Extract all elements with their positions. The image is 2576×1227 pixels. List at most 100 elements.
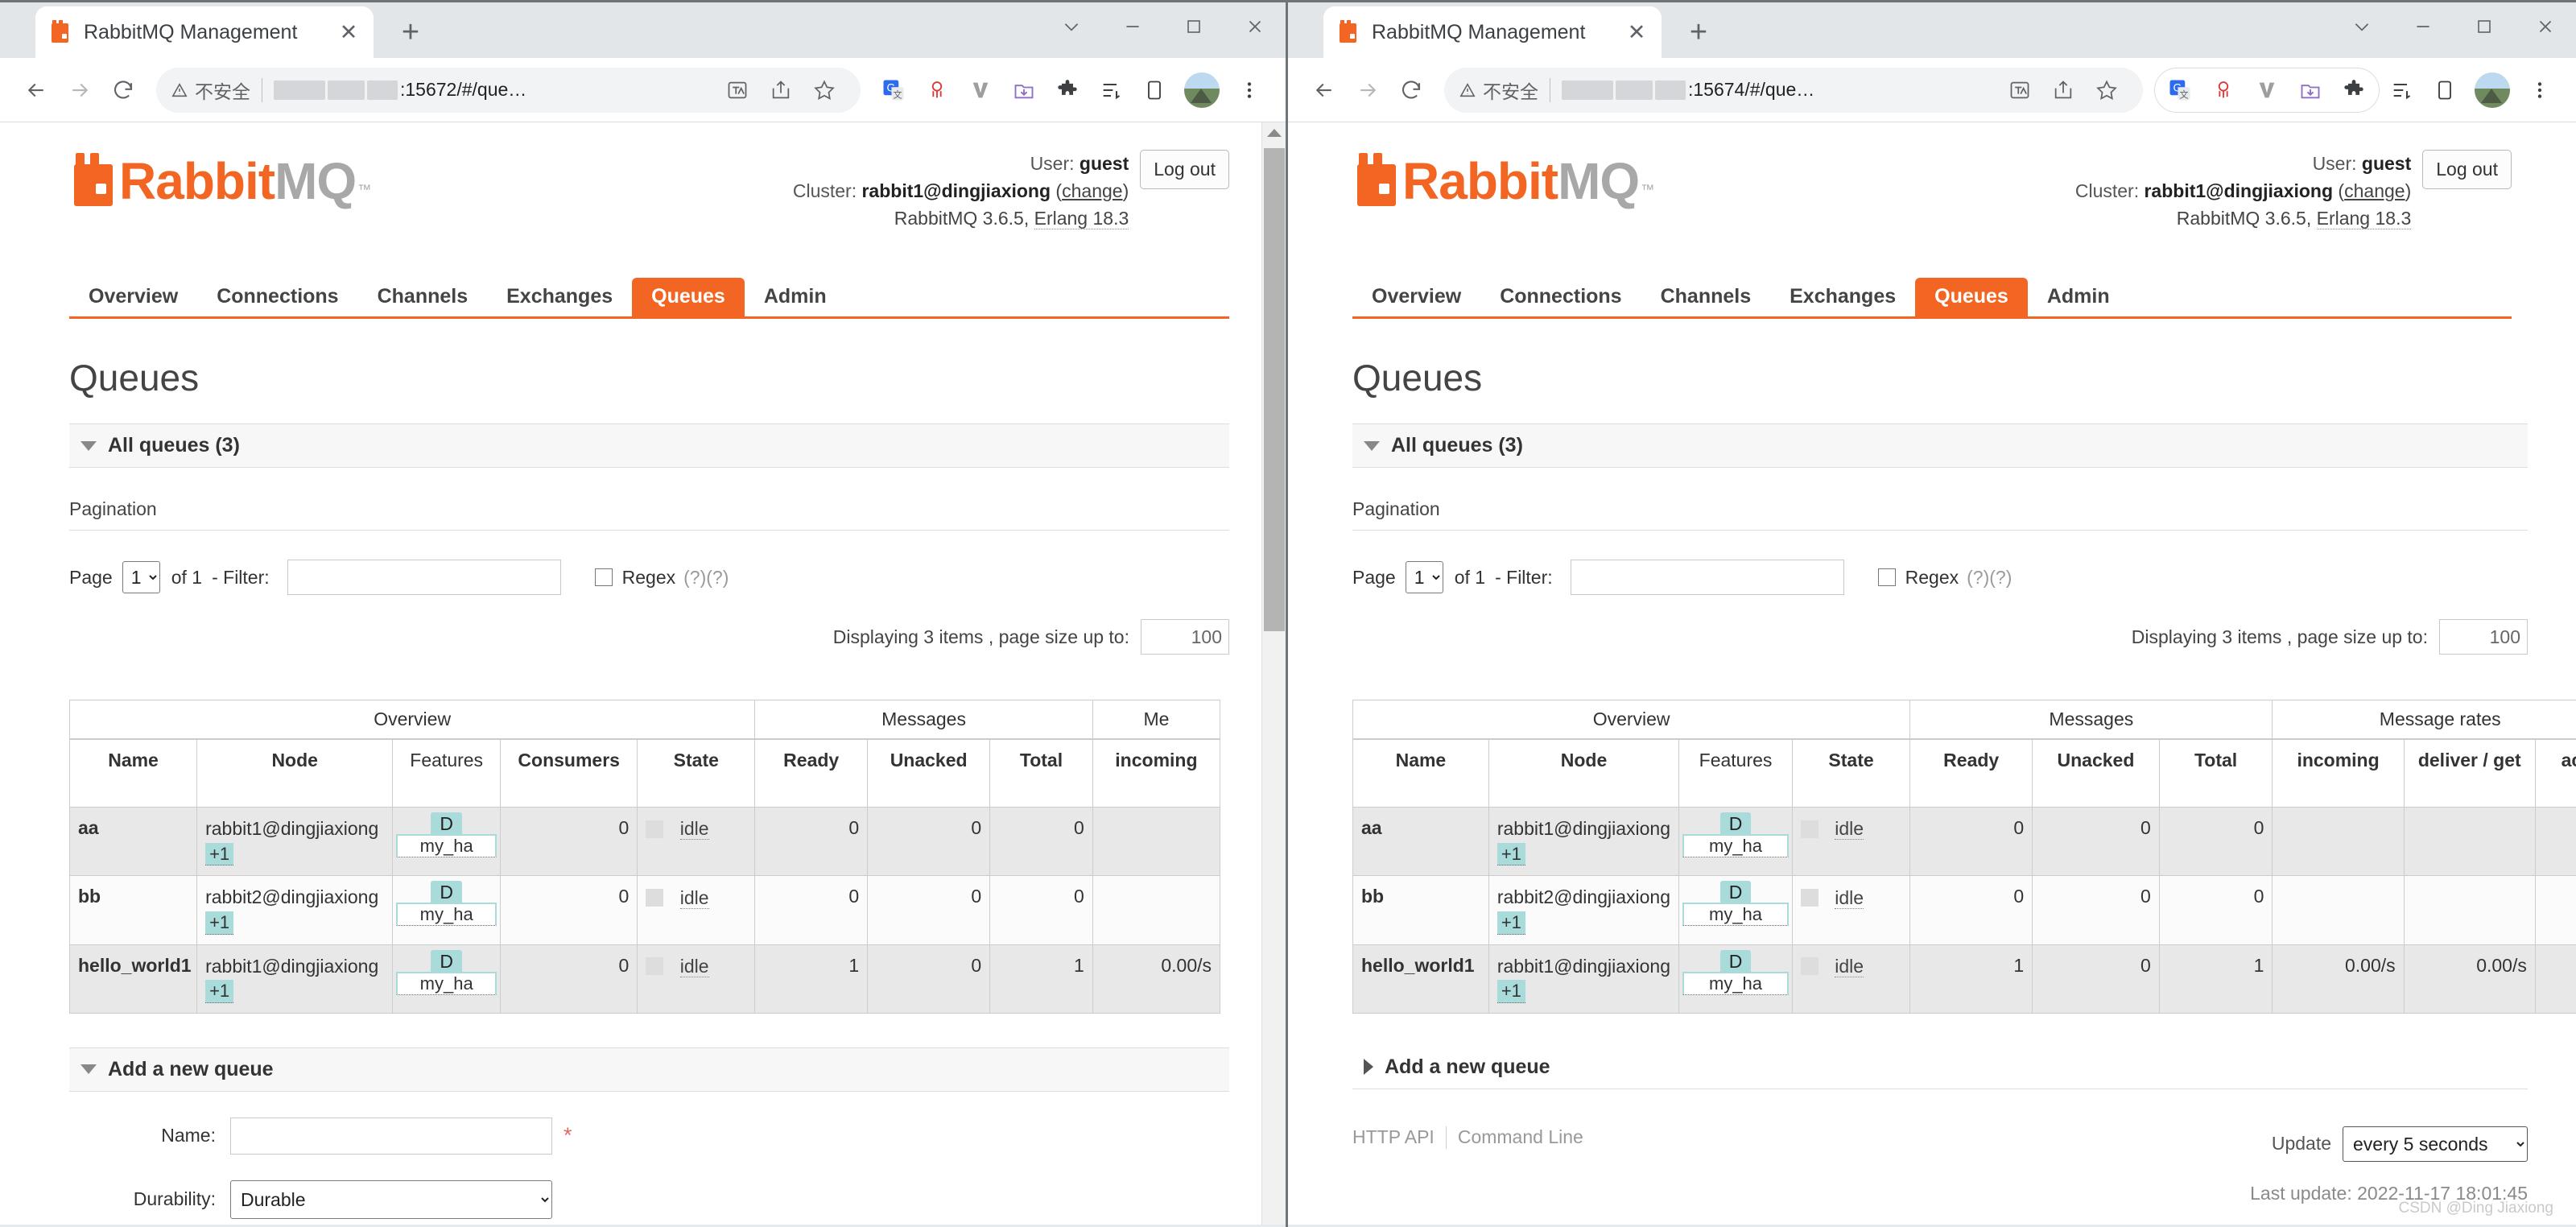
node-extra-badge[interactable]: +1: [205, 842, 234, 866]
nav-tab-exchanges[interactable]: Exchanges: [1770, 278, 1915, 316]
logout-button[interactable]: Log out: [2422, 150, 2512, 189]
add-queue-section-header[interactable]: Add a new queue: [1352, 1045, 2528, 1089]
table-row[interactable]: aa rabbit1@dingjiaxiong +1 D my_ha idle …: [1352, 806, 2576, 877]
address-bar-right[interactable]: 不安全 :15674/#/que…: [1444, 67, 2143, 113]
not-secure-indicator[interactable]: 不安全: [1459, 76, 1538, 104]
add-queue-section-header[interactable]: Add a new queue: [69, 1047, 1229, 1092]
filter-input[interactable]: [1570, 560, 1844, 595]
node-extra-badge[interactable]: +1: [1496, 842, 1525, 866]
chrome-menu-icon[interactable]: [1228, 68, 1271, 112]
nav-tab-connections[interactable]: Connections: [1480, 278, 1641, 316]
google-translate-extension-icon[interactable]: G文: [2158, 68, 2202, 112]
cell-name[interactable]: bb: [1352, 875, 1489, 945]
not-secure-indicator[interactable]: 不安全: [171, 76, 250, 104]
maximize-icon[interactable]: [1163, 2, 1224, 51]
bookmark-star-icon[interactable]: [2085, 68, 2128, 112]
new-tab-button[interactable]: +: [1676, 10, 1721, 55]
new-tab-button[interactable]: +: [388, 10, 433, 55]
translate-icon[interactable]: [716, 68, 759, 112]
nav-tab-channels[interactable]: Channels: [358, 278, 488, 316]
col-name[interactable]: Name: [68, 738, 198, 808]
regex-checkbox[interactable]: [1877, 568, 1896, 586]
cell-name[interactable]: aa: [68, 806, 198, 877]
octopus-extension-icon[interactable]: [915, 68, 959, 112]
col-unacked[interactable]: Unacked: [2032, 738, 2160, 808]
page-scrollbar-left[interactable]: [1261, 122, 1286, 1225]
close-window-icon[interactable]: [2515, 2, 2576, 51]
cell-name[interactable]: hello_world1: [1352, 944, 1489, 1014]
v-extension-icon[interactable]: [959, 68, 1002, 112]
col-ready[interactable]: Ready: [1909, 738, 2033, 808]
col-state[interactable]: State: [637, 738, 756, 808]
back-icon[interactable]: [14, 68, 58, 112]
google-translate-extension-icon[interactable]: G文: [872, 68, 915, 112]
durable-badge[interactable]: D: [431, 949, 462, 973]
table-row[interactable]: bb rabbit2@dingjiaxiong +1 D my_ha idle …: [1352, 875, 2576, 945]
download-folder-extension-icon[interactable]: [1002, 68, 1046, 112]
browser-tab-right[interactable]: RabbitMQ Management ✕: [1323, 6, 1662, 58]
reload-icon[interactable]: [101, 68, 145, 112]
node-extra-badge[interactable]: +1: [205, 911, 234, 935]
scroll-up-arrow-icon[interactable]: [1266, 129, 1282, 137]
nav-tab-queues[interactable]: Queues: [632, 278, 745, 316]
nav-tab-overview[interactable]: Overview: [69, 278, 197, 316]
queue-name-input[interactable]: [230, 1117, 552, 1155]
col-total[interactable]: Total: [2158, 738, 2273, 808]
tab-search-chevron-icon[interactable]: [1041, 2, 1102, 51]
col-unacked[interactable]: Unacked: [867, 738, 991, 808]
col-consumers[interactable]: Consumers: [500, 738, 638, 808]
forward-icon[interactable]: [1346, 68, 1389, 112]
col-total[interactable]: Total: [989, 738, 1093, 808]
regex-checkbox[interactable]: [594, 568, 613, 586]
col-incoming[interactable]: incoming: [1092, 738, 1221, 808]
col-incoming[interactable]: incoming: [2272, 738, 2405, 808]
filter-input[interactable]: [287, 560, 561, 595]
cell-name[interactable]: hello_world1: [68, 944, 198, 1014]
ha-policy-badge[interactable]: my_ha: [1682, 971, 1789, 995]
all-queues-section-header[interactable]: All queues (3): [69, 423, 1229, 468]
http-api-link[interactable]: HTTP API: [1352, 1126, 1446, 1148]
nav-tab-queues[interactable]: Queues: [1915, 278, 2028, 316]
page-size-input[interactable]: 100: [2439, 619, 2528, 655]
col-node[interactable]: Node: [1488, 738, 1680, 808]
ha-policy-badge[interactable]: my_ha: [1682, 903, 1789, 927]
regex-help-hint[interactable]: (?)(?): [683, 567, 729, 589]
durable-badge[interactable]: D: [1719, 881, 1752, 905]
regex-help-hint[interactable]: (?)(?): [1967, 567, 2012, 589]
col-ready[interactable]: Ready: [754, 738, 869, 808]
side-panel-icon[interactable]: [1133, 68, 1176, 112]
col-node[interactable]: Node: [196, 738, 394, 808]
side-panel-icon[interactable]: [2423, 68, 2467, 112]
profile-avatar[interactable]: [2475, 72, 2510, 108]
page-size-input[interactable]: 100: [1141, 619, 1229, 655]
close-window-icon[interactable]: [1224, 2, 1286, 51]
table-row[interactable]: hello_world1 rabbit1@dingjiaxiong +1 D m…: [1352, 944, 2576, 1014]
reload-icon[interactable]: [1389, 68, 1433, 112]
minimize-icon[interactable]: [2392, 2, 2454, 51]
col-name[interactable]: Name: [1352, 738, 1489, 808]
col-ack[interactable]: ac: [2534, 738, 2576, 808]
puzzle-extensions-icon[interactable]: [2332, 68, 2376, 112]
tab-search-chevron-icon[interactable]: [2331, 2, 2392, 51]
translate-icon[interactable]: [1998, 68, 2041, 112]
table-row[interactable]: hello_world1 rabbit1@dingjiaxiong +1 D m…: [68, 944, 1221, 1014]
durable-badge[interactable]: D: [1719, 812, 1752, 836]
share-icon[interactable]: [759, 68, 803, 112]
address-bar-left[interactable]: 不安全 :15672/#/que…: [156, 67, 861, 113]
node-extra-badge[interactable]: +1: [1496, 911, 1525, 935]
col-deliver-get[interactable]: deliver / get: [2403, 738, 2536, 808]
ha-policy-badge[interactable]: my_ha: [396, 971, 497, 995]
nav-tab-channels[interactable]: Channels: [1641, 278, 1771, 316]
download-folder-extension-icon[interactable]: [2289, 68, 2332, 112]
nav-tab-connections[interactable]: Connections: [197, 278, 357, 316]
nav-tab-exchanges[interactable]: Exchanges: [487, 278, 632, 316]
node-extra-badge[interactable]: +1: [205, 980, 234, 1003]
page-select[interactable]: 1: [122, 561, 160, 593]
profile-avatar[interactable]: [1184, 72, 1220, 108]
cluster-change-link[interactable]: change: [1062, 180, 1122, 201]
table-row[interactable]: bb rabbit2@dingjiaxiong +1 D my_ha 0 idl…: [68, 875, 1221, 945]
page-select[interactable]: 1: [1405, 561, 1443, 593]
durability-select[interactable]: Durable: [230, 1179, 552, 1219]
table-row[interactable]: aa rabbit1@dingjiaxiong +1 D my_ha 0 idl…: [68, 806, 1221, 877]
back-icon[interactable]: [1302, 68, 1346, 112]
